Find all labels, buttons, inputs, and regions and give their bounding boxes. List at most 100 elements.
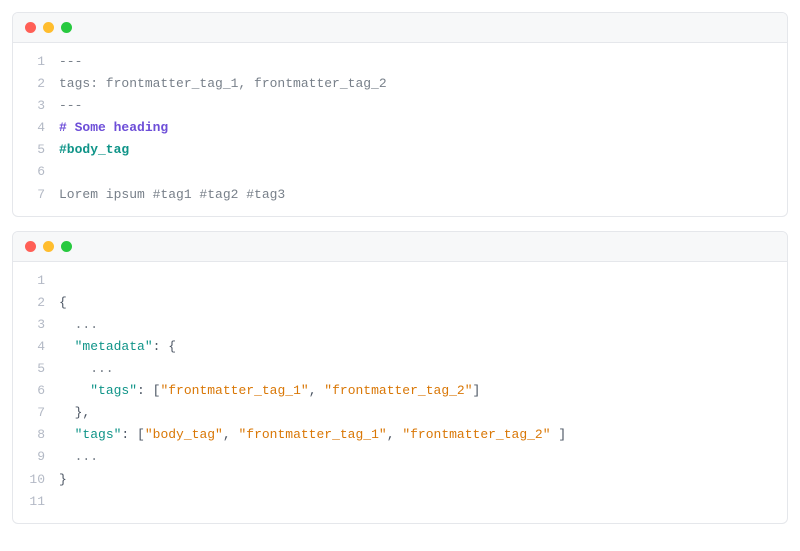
code-token: : bbox=[121, 427, 137, 442]
code-block-json: 1 2{3 ...4 "metadata": {5 ...6 "tags": [… bbox=[12, 231, 788, 524]
line-number: 5 bbox=[25, 139, 45, 161]
code-token: "frontmatter_tag_2" bbox=[402, 427, 550, 442]
code-token: ... bbox=[59, 317, 98, 332]
line-content: } bbox=[59, 469, 67, 491]
code-token: #body_tag bbox=[59, 142, 129, 157]
code-token: Some heading bbox=[75, 120, 169, 135]
code-body: 1 --- 2 tags: frontmatter_tag_1, frontmatte… bbox=[13, 43, 787, 216]
code-token bbox=[59, 383, 90, 398]
code-token: # bbox=[59, 120, 75, 135]
line-content: --- bbox=[59, 95, 82, 117]
code-line: 11 bbox=[13, 491, 787, 513]
code-token bbox=[59, 273, 67, 288]
code-token: ... bbox=[59, 449, 98, 464]
code-token bbox=[59, 494, 67, 509]
window-titlebar bbox=[13, 232, 787, 262]
line-content bbox=[59, 161, 67, 183]
code-token: --- bbox=[59, 54, 82, 69]
code-line: 6 bbox=[13, 161, 787, 183]
code-line: 9 ... bbox=[13, 446, 787, 468]
code-token: [ bbox=[137, 427, 145, 442]
code-token: ... bbox=[59, 361, 114, 376]
line-content: "tags": ["frontmatter_tag_1", "frontmatt… bbox=[59, 380, 480, 402]
line-number: 2 bbox=[25, 292, 45, 314]
code-token: } bbox=[59, 472, 67, 487]
line-content: tags: frontmatter_tag_1, frontmatter_tag… bbox=[59, 73, 387, 95]
line-content: ... bbox=[59, 446, 98, 468]
code-token bbox=[59, 427, 75, 442]
line-content: Lorem ipsum #tag1 #tag2 #tag3 bbox=[59, 184, 285, 206]
code-token: }, bbox=[75, 405, 91, 420]
minimize-icon bbox=[43, 241, 54, 252]
code-token: , bbox=[387, 427, 403, 442]
code-token: "frontmatter_tag_1" bbox=[160, 383, 308, 398]
code-token: { bbox=[168, 339, 176, 354]
line-number: 6 bbox=[25, 161, 45, 183]
line-content: "metadata": { bbox=[59, 336, 176, 358]
code-line: 4 # Some heading bbox=[13, 117, 787, 139]
line-number: 4 bbox=[25, 336, 45, 358]
code-token bbox=[59, 339, 75, 354]
code-line: 10} bbox=[13, 469, 787, 491]
code-token: Lorem ipsum #tag1 #tag2 #tag3 bbox=[59, 187, 285, 202]
code-line: 4 "metadata": { bbox=[13, 336, 787, 358]
code-line: 2{ bbox=[13, 292, 787, 314]
line-number: 1 bbox=[25, 270, 45, 292]
line-number: 7 bbox=[25, 402, 45, 424]
maximize-icon bbox=[61, 241, 72, 252]
code-token: : bbox=[153, 339, 169, 354]
line-content bbox=[59, 270, 67, 292]
code-body: 1 2{3 ...4 "metadata": {5 ...6 "tags": [… bbox=[13, 262, 787, 523]
line-number: 9 bbox=[25, 446, 45, 468]
code-token: --- bbox=[59, 98, 82, 113]
line-number: 6 bbox=[25, 380, 45, 402]
window-titlebar bbox=[13, 13, 787, 43]
code-line: 6 "tags": ["frontmatter_tag_1", "frontma… bbox=[13, 380, 787, 402]
line-content: --- bbox=[59, 51, 82, 73]
code-token bbox=[59, 405, 75, 420]
close-icon bbox=[25, 22, 36, 33]
line-content: #body_tag bbox=[59, 139, 129, 161]
line-content: ... bbox=[59, 358, 114, 380]
code-token: "body_tag" bbox=[145, 427, 223, 442]
code-block-markdown: 1 --- 2 tags: frontmatter_tag_1, frontmatte… bbox=[12, 12, 788, 217]
line-content bbox=[59, 491, 67, 513]
line-number: 7 bbox=[25, 184, 45, 206]
code-line: 1 bbox=[13, 270, 787, 292]
code-token: "frontmatter_tag_1" bbox=[238, 427, 386, 442]
line-number: 4 bbox=[25, 117, 45, 139]
code-token: tags: frontmatter_tag_1, frontmatter_tag… bbox=[59, 76, 387, 91]
code-line: 7 }, bbox=[13, 402, 787, 424]
code-token: , bbox=[309, 383, 325, 398]
line-number: 11 bbox=[25, 491, 45, 513]
code-token: "tags" bbox=[90, 383, 137, 398]
code-token: ] bbox=[551, 427, 567, 442]
line-number: 5 bbox=[25, 358, 45, 380]
code-token: "metadata" bbox=[75, 339, 153, 354]
line-content: "tags": ["body_tag", "frontmatter_tag_1"… bbox=[59, 424, 566, 446]
code-line: 2 tags: frontmatter_tag_1, frontmatter_ta… bbox=[13, 73, 787, 95]
line-number: 1 bbox=[25, 51, 45, 73]
code-token: { bbox=[59, 295, 67, 310]
line-number: 8 bbox=[25, 424, 45, 446]
line-content: ... bbox=[59, 314, 98, 336]
code-line: 5 #body_tag bbox=[13, 139, 787, 161]
code-line: 1 --- bbox=[13, 51, 787, 73]
close-icon bbox=[25, 241, 36, 252]
code-line: 3 ... bbox=[13, 314, 787, 336]
line-content: # Some heading bbox=[59, 117, 168, 139]
line-number: 2 bbox=[25, 73, 45, 95]
line-number: 10 bbox=[25, 469, 45, 491]
code-line: 3 --- bbox=[13, 95, 787, 117]
line-content: }, bbox=[59, 402, 90, 424]
code-token: : bbox=[137, 383, 153, 398]
line-number: 3 bbox=[25, 95, 45, 117]
code-token bbox=[59, 164, 67, 179]
code-line: 5 ... bbox=[13, 358, 787, 380]
code-token: "tags" bbox=[75, 427, 122, 442]
line-content: { bbox=[59, 292, 67, 314]
code-line: 7 Lorem ipsum #tag1 #tag2 #tag3 bbox=[13, 184, 787, 206]
code-line: 8 "tags": ["body_tag", "frontmatter_tag_… bbox=[13, 424, 787, 446]
code-token: ] bbox=[473, 383, 481, 398]
minimize-icon bbox=[43, 22, 54, 33]
